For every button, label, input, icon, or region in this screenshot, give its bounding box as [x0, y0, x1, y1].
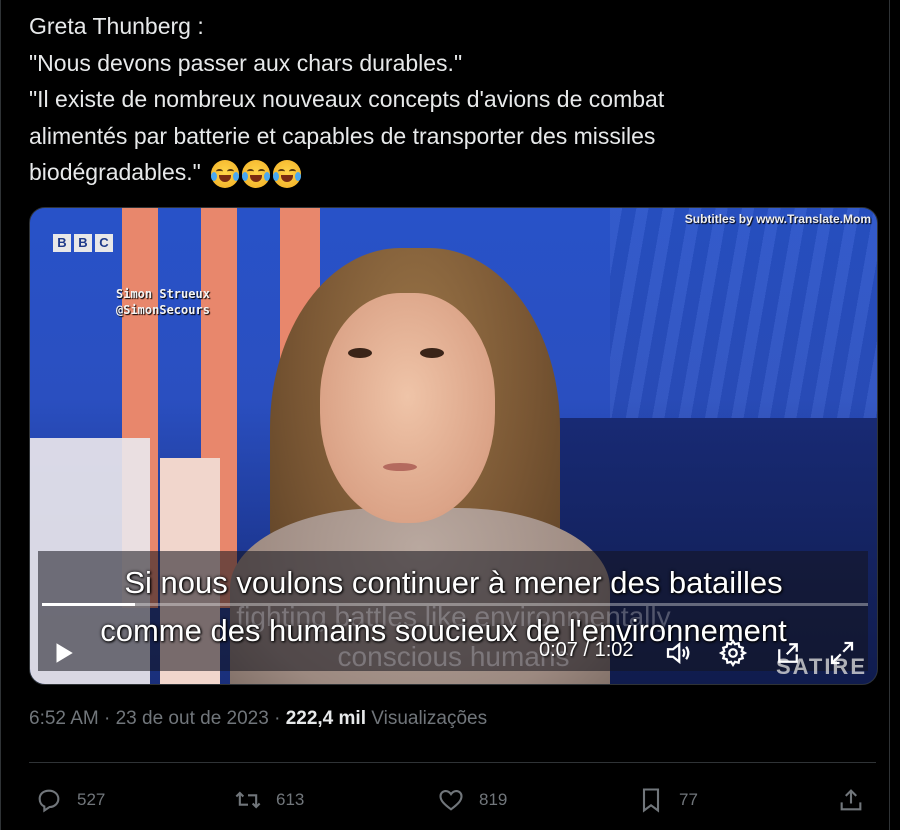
person-face — [320, 293, 495, 523]
video-time: 0:07 / 1:02 — [539, 639, 634, 661]
subtitles-credit: Subtitles by www.Translate.Mom — [684, 212, 871, 226]
tweet-line-3: "Il existe de nombreux nouveaux concepts… — [29, 86, 665, 112]
like-button[interactable]: 819 — [437, 780, 507, 820]
tweet-line-1: Greta Thunberg : — [29, 13, 204, 39]
bookmark-count: 77 — [679, 790, 698, 809]
column-border-left — [0, 0, 1, 830]
tweet-text: Greta Thunberg : "Nous devons passer aux… — [29, 8, 809, 192]
video-player[interactable]: BBC Simon Strueux @SimonSecours Subtitle… — [29, 207, 878, 685]
retweet-count: 613 — [276, 790, 305, 809]
share-button[interactable] — [837, 780, 879, 820]
tweet-line-4: alimentés par batterie et capables de tr… — [29, 122, 656, 149]
reply-count: 527 — [77, 790, 106, 809]
emoji-group — [210, 156, 304, 193]
progress-bar[interactable] — [42, 603, 868, 606]
caption-line-1: Si nous voulons continuer à mener des ba… — [124, 565, 783, 600]
fullscreen-icon[interactable] — [827, 638, 857, 668]
tweet-meta: 6:52 AM · 23 de out de 2023 · 222,4 mil … — [29, 708, 488, 729]
laughing-tears-emoji-icon — [210, 159, 239, 188]
volume-icon[interactable] — [663, 638, 693, 668]
progress-fill — [42, 603, 136, 606]
bbc-logo: BBC — [53, 234, 116, 252]
column-border-right — [889, 0, 890, 830]
reply-button[interactable]: 527 — [35, 780, 105, 820]
tweet-line-5: biodégradables." — [29, 154, 809, 192]
bookmark-button[interactable]: 77 — [637, 780, 698, 820]
laughing-tears-emoji-icon — [272, 159, 301, 188]
retweet-button[interactable]: 613 — [234, 780, 304, 820]
divider — [29, 762, 876, 763]
play-icon[interactable] — [50, 640, 76, 666]
tweet-date[interactable]: 23 de out de 2023 — [116, 708, 269, 729]
pip-icon[interactable] — [773, 638, 803, 668]
tweet-time[interactable]: 6:52 AM — [29, 708, 99, 729]
tweet-line-2: "Nous devons passer aux chars durables." — [29, 49, 463, 76]
views-count: 222,4 mil — [285, 708, 366, 729]
heart-icon — [439, 789, 463, 811]
retweet-icon — [235, 791, 261, 809]
views-label: Visualizações — [371, 708, 488, 729]
share-icon — [840, 789, 862, 811]
video-controls: 0:07 / 1:02 — [30, 628, 877, 678]
watermark: Simon Strueux @SimonSecours — [116, 287, 210, 317]
action-bar: 527 613 819 77 — [29, 780, 876, 820]
laughing-tears-emoji-icon — [241, 159, 270, 188]
bookmark-icon — [642, 788, 660, 813]
settings-icon[interactable] — [718, 638, 748, 668]
reply-icon — [38, 789, 60, 813]
like-count: 819 — [479, 790, 508, 809]
